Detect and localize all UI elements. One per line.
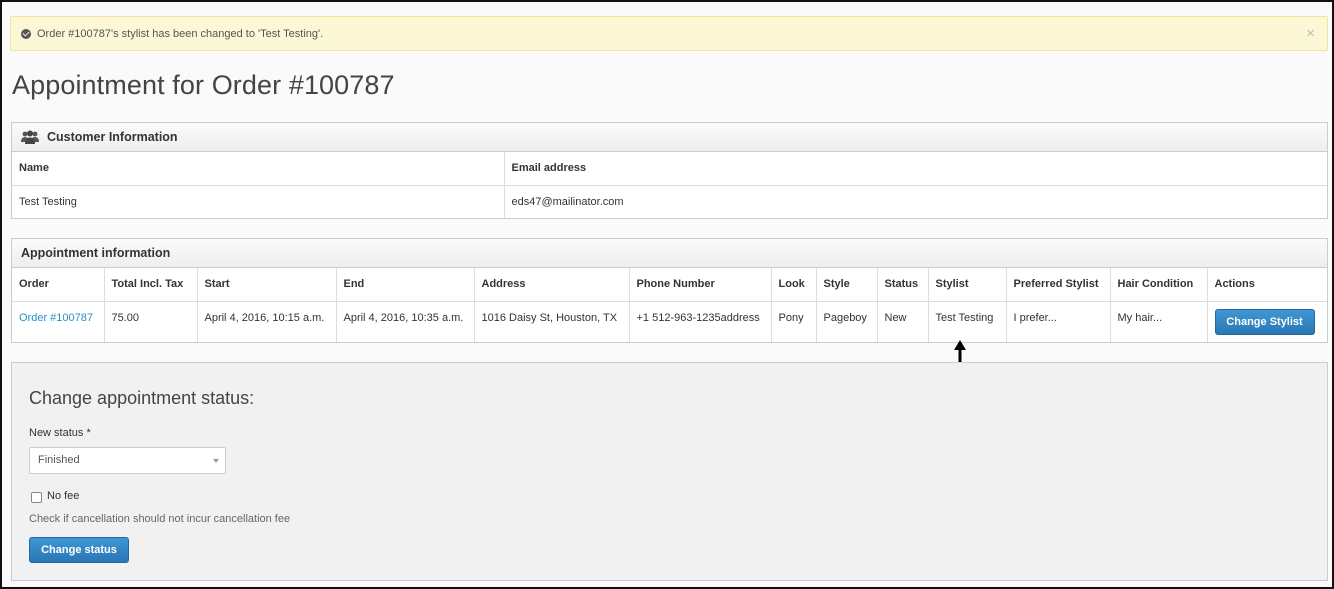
page-title: Appointment for Order #100787 [12,70,395,100]
customer-panel-title: Customer Information [47,130,178,144]
table-row: Order #100787 75.00 April 4, 2016, 10:15… [12,301,1327,342]
customer-panel-header: Customer Information [12,123,1327,152]
customer-panel: Customer Information Name Email address … [11,122,1328,219]
customer-email: eds47@mailinator.com [511,195,624,208]
caret-down-icon [213,459,219,463]
new-status-label: New status * [29,427,91,439]
column-header-hair-condition: Hair Condition [1110,268,1208,302]
form-title: Change appointment status: [29,388,255,408]
change-status-button[interactable]: Change status [29,537,129,563]
column-header-order: Order [12,268,105,302]
cell-preferred-stylist: I prefer... [1006,301,1111,342]
order-link[interactable]: Order #100787 [19,312,93,324]
users-icon [21,130,39,144]
cell-stylist: Test Testing [928,301,1007,342]
cell-hair-condition: My hair... [1110,301,1208,342]
customer-table: Name Email address Test Testing eds47@ma… [12,152,1327,218]
page-frame: Order #100787's stylist has been changed… [0,0,1334,589]
appointment-panel-header: Appointment information [12,239,1327,268]
column-header-total: Total Incl. Tax [104,268,198,302]
cell-style: Pageboy [816,301,878,342]
check-circle-icon [21,28,31,39]
customer-name: Test Testing [12,185,505,218]
appointment-panel: Appointment information Order Total Incl… [11,238,1328,343]
cell-address: 1016 Daisy St, Houston, TX [474,301,630,342]
column-header: Email address [504,152,1327,186]
change-status-form: Change appointment status: New status * … [11,362,1328,581]
no-fee-checkbox[interactable] [31,492,42,503]
column-header-phone: Phone Number [629,268,772,302]
cell-look: Pony [771,301,817,342]
close-icon[interactable]: × [1306,26,1315,41]
column-header-start: Start [197,268,337,302]
appointment-panel-title: Appointment information [21,246,171,260]
cell-end: April 4, 2016, 10:35 a.m. [336,301,475,342]
column-header-actions: Actions [1207,268,1327,302]
column-header-address: Address [474,268,630,302]
column-header-end: End [336,268,475,302]
column-header-look: Look [771,268,817,302]
new-status-select[interactable]: Finished [29,447,226,474]
column-header-style: Style [816,268,878,302]
selected-status: Finished [38,454,80,466]
table-row: Test Testing eds47@mailinator.com [12,185,1327,218]
cell-status: New [877,301,929,342]
change-stylist-button[interactable]: Change Stylist [1214,308,1315,335]
cell-phone: +1 512-963-1235address [629,301,772,342]
success-alert: Order #100787's stylist has been changed… [10,16,1328,51]
cell-total: 75.00 [104,301,198,342]
cell-start: April 4, 2016, 10:15 a.m. [197,301,337,342]
alert-message: Order #100787's stylist has been changed… [37,27,324,40]
column-header: Name [12,152,505,186]
no-fee-label[interactable]: No fee [47,490,79,502]
no-fee-help-text: Check if cancellation should not incur c… [29,513,291,525]
column-header-stylist: Stylist [928,268,1007,302]
column-header-status: Status [877,268,929,302]
column-header-preferred-stylist: Preferred Stylist [1006,268,1111,302]
appointment-table: Order Total Incl. Tax Start End Address … [12,268,1327,342]
